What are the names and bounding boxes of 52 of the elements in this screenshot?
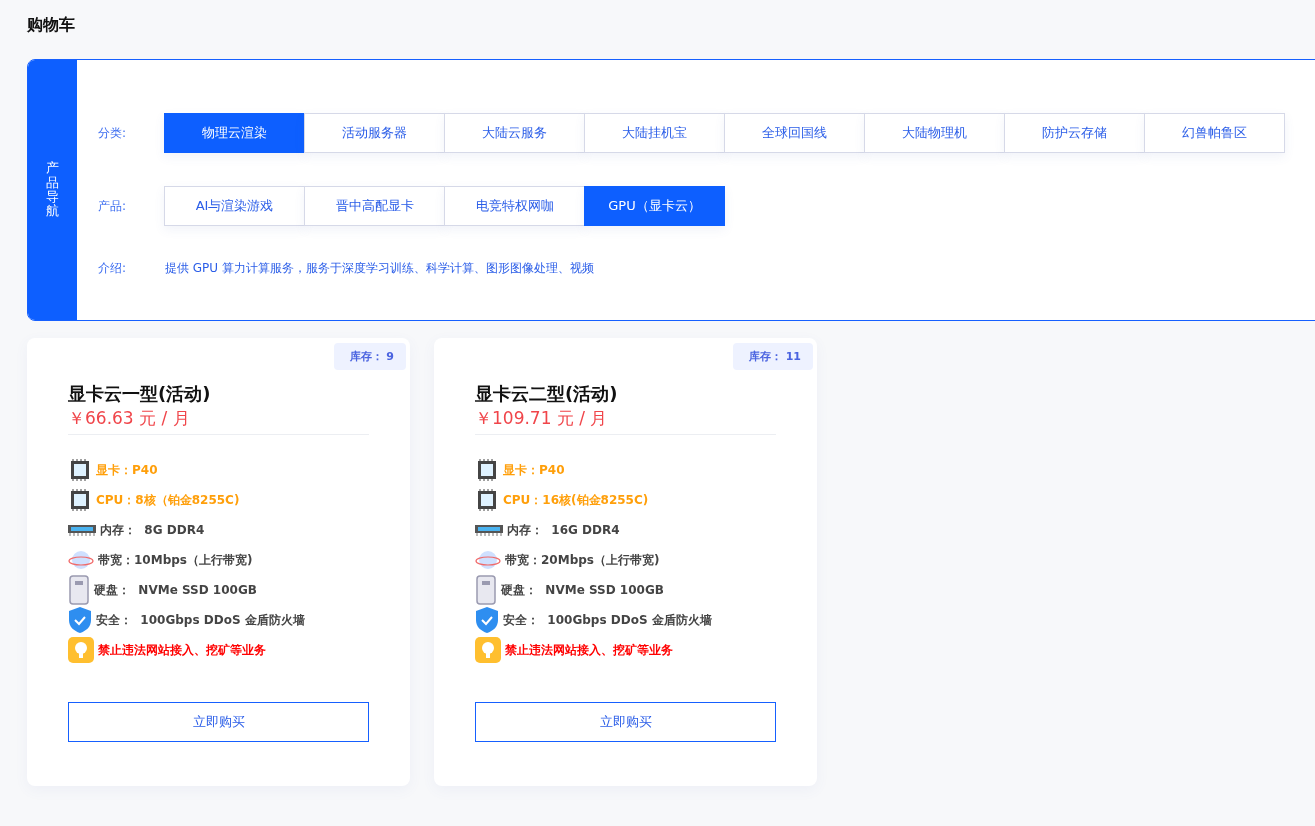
buy-button[interactable]: 立即购买 <box>475 702 776 742</box>
spec-text: 内存： 16G DDR4 <box>507 521 620 539</box>
product-name: 显卡云一型(活动) <box>68 382 212 406</box>
product-name: 显卡云二型(活动) <box>475 382 619 406</box>
spec-text: 带宽：20Mbps（上行带宽) <box>505 551 660 569</box>
intro-text: 提供 GPU 算力计算服务，服务于深度学习训练、科学计算、图形图像处理、视频 <box>165 260 594 277</box>
globe-icon <box>475 548 501 572</box>
category-tab[interactable]: 大陆云服务 <box>444 113 585 153</box>
shield-check-icon <box>68 606 92 634</box>
lightbulb-icon <box>475 637 501 663</box>
product-tab[interactable]: 晋中高配显卡 <box>304 186 445 226</box>
product-tab[interactable]: AI与渲染游戏 <box>164 186 305 226</box>
product-price: ￥66.63 元 / 月 <box>68 406 369 435</box>
category-tab[interactable]: 大陆物理机 <box>864 113 1005 153</box>
product-tab[interactable]: 电竞特权网咖 <box>444 186 585 226</box>
category-tab[interactable]: 全球回国线 <box>724 113 865 153</box>
product-price: ￥109.71 元 / 月 <box>475 406 776 435</box>
chip-icon <box>68 488 92 512</box>
chip-icon <box>68 458 92 482</box>
spec-text: CPU：16核(铂金8255C) <box>503 491 649 509</box>
spec-text: 显卡：P40 <box>96 461 158 479</box>
spec-text: 安全： 100Gbps DDoS 金盾防火墙 <box>503 611 712 629</box>
memory-icon <box>475 523 503 537</box>
category-tab[interactable]: 大陆挂机宝 <box>584 113 725 153</box>
category-tab[interactable]: 活动服务器 <box>304 113 445 153</box>
page-title: 购物车 <box>27 14 76 36</box>
stock-badge: 库存： 11 <box>732 343 813 370</box>
category-tab[interactable]: 防护云存储 <box>1004 113 1145 153</box>
side-label: 产品导航 <box>46 161 59 219</box>
lightbulb-icon <box>68 637 94 663</box>
category-tab[interactable]: 幻兽帕鲁区 <box>1144 113 1285 153</box>
chip-icon <box>475 458 499 482</box>
spec-text: 硬盘： NVMe SSD 100GB <box>501 581 664 599</box>
spec-text: 硬盘： NVMe SSD 100GB <box>94 581 257 599</box>
category-tab[interactable]: 物理云渲染 <box>164 113 305 153</box>
buy-button[interactable]: 立即购买 <box>68 702 369 742</box>
spec-text: CPU：8核（铂金8255C) <box>96 491 240 509</box>
intro-label: 介绍: <box>98 260 128 277</box>
shield-check-icon <box>475 606 499 634</box>
spec-text: 内存： 8G DDR4 <box>100 521 205 539</box>
spec-text: 禁止违法网站接入、挖矿等业务 <box>505 641 673 659</box>
globe-icon <box>68 548 94 572</box>
product-label: 产品: <box>98 197 128 215</box>
chip-icon <box>475 488 499 512</box>
category-label: 分类: <box>98 124 128 142</box>
spec-text: 显卡：P40 <box>503 461 565 479</box>
memory-icon <box>68 523 96 537</box>
spec-text: 安全： 100Gbps DDoS 金盾防火墙 <box>96 611 305 629</box>
spec-text: 带宽：10Mbps（上行带宽) <box>98 551 253 569</box>
product-tab[interactable]: GPU（显卡云） <box>584 186 725 226</box>
stock-badge: 库存： 9 <box>333 343 406 370</box>
spec-text: 禁止违法网站接入、挖矿等业务 <box>98 641 266 659</box>
